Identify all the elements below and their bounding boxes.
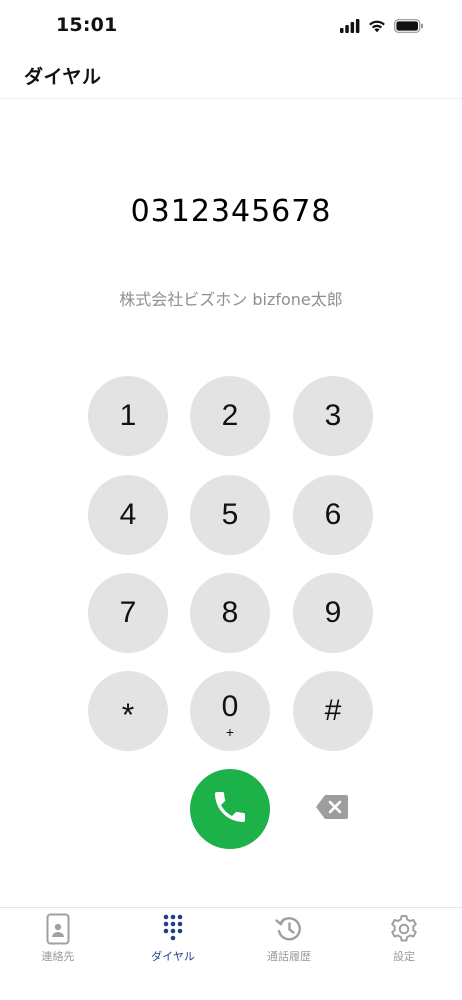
key-star[interactable]: * <box>88 671 168 751</box>
tab-call-history[interactable]: 通話履歴 <box>231 908 347 978</box>
key-2[interactable]: 2 <box>190 376 270 456</box>
dialpad-icon <box>162 913 184 945</box>
call-button[interactable] <box>190 769 270 849</box>
keypad: 1 2 3 4 5 6 7 8 9 * 0 + # <box>0 0 462 1000</box>
key-sub-label: + <box>225 724 235 740</box>
tab-dial[interactable]: ダイヤル <box>115 908 231 978</box>
tab-label: ダイヤル <box>151 950 195 963</box>
key-8[interactable]: 8 <box>190 573 270 653</box>
key-digit: 0 <box>221 690 239 723</box>
tab-settings[interactable]: 設定 <box>346 908 462 978</box>
gear-icon <box>388 913 420 945</box>
wifi-icon <box>368 18 386 37</box>
status-time: 15:01 <box>56 14 118 36</box>
caller-id-label: 株式会社ビズホン bizfone太郎 <box>119 290 343 309</box>
phone-icon <box>210 787 250 831</box>
key-digit: 1 <box>119 399 137 432</box>
key-5[interactable]: 5 <box>190 475 270 555</box>
key-digit: 9 <box>324 596 342 629</box>
dialed-number-display: 0312345678 <box>130 194 332 229</box>
delete-button[interactable] <box>312 792 352 826</box>
key-digit: 8 <box>221 596 239 629</box>
tab-label: 設定 <box>393 950 415 963</box>
key-0[interactable]: 0 + <box>190 671 270 751</box>
key-hash[interactable]: # <box>293 671 373 751</box>
key-6[interactable]: 6 <box>293 475 373 555</box>
key-1[interactable]: 1 <box>88 376 168 456</box>
tab-bar: 連絡先 ダイヤル 通話履歴 設定 <box>0 907 462 1000</box>
key-3[interactable]: 3 <box>293 376 373 456</box>
contacts-icon <box>46 913 70 945</box>
status-bar: 15:01 <box>0 0 462 54</box>
battery-icon <box>394 18 424 37</box>
key-7[interactable]: 7 <box>88 573 168 653</box>
nav-header: ダイヤル <box>0 54 462 99</box>
key-9[interactable]: 9 <box>293 573 373 653</box>
backspace-icon <box>315 794 349 824</box>
status-icons <box>340 18 424 37</box>
key-digit: # <box>324 694 342 727</box>
page-title: ダイヤル <box>24 66 102 88</box>
tab-contacts[interactable]: 連絡先 <box>0 908 116 978</box>
tab-label: 通話履歴 <box>267 950 311 963</box>
key-digit: * <box>121 696 135 733</box>
key-digit: 4 <box>119 498 137 531</box>
key-digit: 6 <box>324 498 342 531</box>
key-digit: 5 <box>221 498 239 531</box>
key-4[interactable]: 4 <box>88 475 168 555</box>
key-digit: 2 <box>221 399 239 432</box>
key-digit: 7 <box>119 596 137 629</box>
history-icon <box>274 913 304 945</box>
tab-label: 連絡先 <box>41 950 75 963</box>
key-digit: 3 <box>324 399 342 432</box>
signal-icon <box>340 18 360 37</box>
